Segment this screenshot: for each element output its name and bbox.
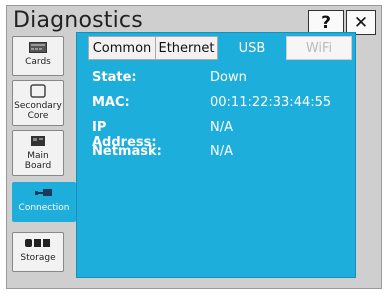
sidebar-item-label: Cards <box>25 57 51 67</box>
usb-details: State: Down MAC: 00:11:22:33:44:55 IP Ad… <box>86 64 352 276</box>
sidebar-item-label: Secondary Core <box>14 101 62 121</box>
netmask-label: Netmask: <box>92 144 162 159</box>
tab-common[interactable]: Common <box>88 36 156 60</box>
ip-address-value: N/A <box>210 120 233 135</box>
window-title: Diagnostics <box>13 8 143 33</box>
tab-wifi[interactable]: WiFi <box>286 36 352 60</box>
state-label: State: <box>92 70 137 85</box>
netmask-value: N/A <box>210 144 233 159</box>
sidebar-item-main-board[interactable]: Main Board <box>12 130 64 176</box>
mac-label: MAC: <box>92 95 130 110</box>
sidebar-item-secondary-core[interactable]: Secondary Core <box>12 80 64 126</box>
state-value: Down <box>210 70 247 85</box>
sidebar-item-label: Storage <box>20 253 56 263</box>
sidebar-item-cards[interactable]: Cards <box>12 36 64 76</box>
tab-usb[interactable]: USB <box>222 36 282 60</box>
mac-value: 00:11:22:33:44:55 <box>210 95 332 110</box>
storage-icon <box>24 236 52 250</box>
board-icon <box>30 134 46 148</box>
connection-icon <box>34 186 54 200</box>
square-icon <box>30 84 46 98</box>
sidebar-item-label: Main Board <box>24 151 52 171</box>
card-icon <box>29 40 47 54</box>
tab-ethernet[interactable]: Ethernet <box>156 36 218 60</box>
sidebar-item-connection[interactable]: Connection <box>12 182 76 222</box>
sidebar-item-label: Connection <box>18 203 70 213</box>
sidebar-item-storage[interactable]: Storage <box>12 232 64 272</box>
